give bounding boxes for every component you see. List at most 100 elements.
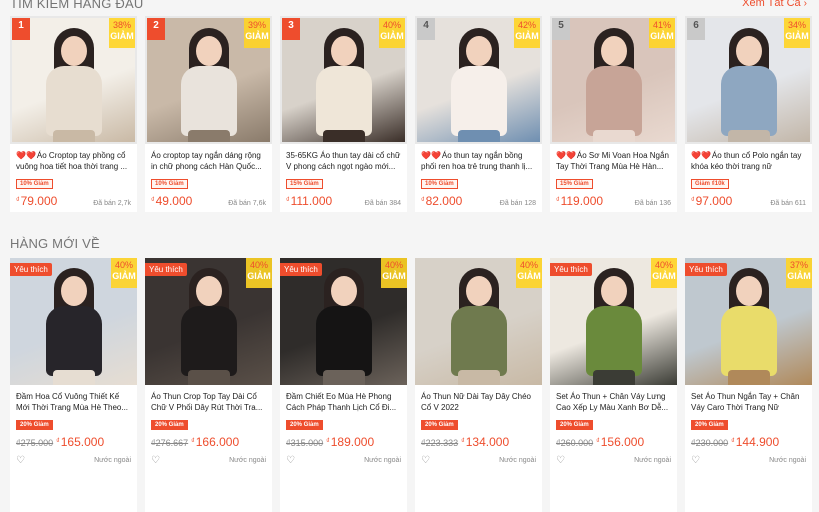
- favorite-badge: Yêu thích: [280, 263, 322, 276]
- product-title: Set Áo Thun Ngắn Tay + Chân Váy Caro Thờ…: [691, 392, 800, 412]
- product-card[interactable]: 2 39% GIẢM Áo croptop tay ngắn dáng rộng…: [145, 16, 272, 212]
- heart-icon[interactable]: ♡: [421, 455, 430, 466]
- see-all-link[interactable]: Xem Tất Cả ›: [742, 0, 807, 9]
- product-price: ₫49.000: [151, 194, 192, 208]
- currency-symbol: ₫: [151, 197, 155, 204]
- rank-badge: 2: [147, 18, 165, 40]
- product-title: Đầm Hoa Cổ Vuông Thiết Kế Mới Thời Trang…: [16, 392, 129, 412]
- currency-symbol: ₫: [461, 438, 465, 445]
- discount-badge: 40% GIẢM: [246, 258, 272, 288]
- product-title: Áo croptop tay ngắn dáng rộng in chữ pho…: [151, 150, 266, 172]
- price-value: 79.000: [20, 194, 58, 208]
- currency-symbol: ₫: [286, 197, 290, 204]
- favorite-badge: Yêu thích: [145, 263, 187, 276]
- heart-icon[interactable]: ♡: [16, 455, 25, 466]
- currency-symbol: ₫: [191, 438, 195, 445]
- discount-tag: 10% Giảm: [16, 179, 53, 189]
- sold-count: Đã bán 7,6k: [228, 200, 266, 207]
- price-value: 82.000: [425, 194, 463, 208]
- product-card[interactable]: 1 38% GIẢM ❤️❤️Áo Croptop tay phồng cổ v…: [10, 16, 137, 212]
- discount-percent: 40%: [382, 20, 401, 30]
- discount-badge: 40% GIẢM: [379, 18, 405, 48]
- original-price: ₫276.667: [151, 438, 189, 448]
- rank-number: 1: [18, 20, 24, 31]
- product-card[interactable]: Yêu thích 40% GIẢM Đầm Hoa Cổ Vuông Thiế…: [10, 258, 137, 512]
- hearts-icon: ❤️❤️: [691, 151, 711, 160]
- product-image: 4 42% GIẢM: [415, 16, 542, 144]
- new-section: HÀNG MỚI VỀ Yêu thích 40% GIẢM Đầm Hoa C…: [0, 228, 819, 512]
- discount-tag: 10% Giảm: [151, 179, 188, 189]
- product-title: Áo Thun Crop Top Tay Dài Cổ Chữ V Phối D…: [151, 392, 263, 412]
- discount-tag: 10% Giảm: [421, 179, 458, 189]
- discount-percent: 38%: [112, 20, 131, 30]
- discount-tag: Giảm ₫10k: [691, 179, 729, 189]
- price-value: 119.000: [560, 194, 604, 208]
- product-price: ₫134.000: [461, 435, 509, 449]
- origin-label: Nước ngoài: [634, 457, 671, 464]
- discount-percent: 40%: [384, 260, 403, 270]
- rank-badge: 5: [552, 18, 570, 40]
- product-card[interactable]: 6 34% GIẢM ❤️❤️Áo thun cổ Polo ngắn tay …: [685, 16, 812, 212]
- discount-percent: 42%: [517, 20, 536, 30]
- heart-icon[interactable]: ♡: [286, 455, 295, 466]
- currency-symbol: ₫: [596, 438, 600, 445]
- section-title-new: HÀNG MỚI VỀ: [10, 236, 100, 251]
- discount-badge: 38% GIẢM: [109, 18, 135, 48]
- product-card[interactable]: Yêu thích 40% GIẢM Áo Thun Crop Top Tay …: [145, 258, 272, 512]
- discount-badge: 41% GIẢM: [649, 18, 675, 48]
- discount-label: GIẢM: [515, 31, 539, 41]
- product-title: Đầm Chiết Eo Mùa Hè Phong Cách Pháp Than…: [286, 392, 397, 412]
- product-card[interactable]: 5 41% GIẢM ❤️❤️Áo Sơ Mi Voan Hoa Ngắn Ta…: [550, 16, 677, 212]
- discount-percent: 34%: [787, 20, 806, 30]
- discount-tag: 20% Giảm: [151, 420, 188, 430]
- product-price: ₫111.000: [286, 194, 332, 208]
- price-value: 49.000: [155, 194, 193, 208]
- heart-icon[interactable]: ♡: [151, 455, 160, 466]
- product-card[interactable]: Yêu thích 40% GIẢM Set Áo Thun + Chân Vá…: [550, 258, 677, 512]
- discount-label: GIẢM: [245, 31, 269, 41]
- discount-label: GIẢM: [380, 31, 404, 41]
- product-price: ₫82.000: [421, 194, 462, 208]
- sold-count: Đã bán 136: [634, 200, 671, 207]
- product-card[interactable]: 3 40% GIẢM 35-65KG Áo thun tay dài cổ ch…: [280, 16, 407, 212]
- product-price: ₫165.000: [56, 435, 104, 449]
- product-title: ❤️❤️Áo thun cổ Polo ngắn tay khóa kéo th…: [691, 150, 806, 172]
- rank-number: 5: [558, 20, 564, 31]
- product-price: ₫166.000: [191, 435, 239, 449]
- hearts-icon: ❤️❤️: [16, 151, 36, 160]
- price-value: 111.000: [290, 194, 333, 208]
- product-title: Áo Thun Nữ Dài Tay Dây Chéo Cổ V 2022: [421, 392, 532, 412]
- discount-tag: 20% Giảm: [421, 420, 458, 430]
- currency-symbol: ₫: [56, 438, 60, 445]
- heart-icon[interactable]: ♡: [691, 455, 700, 466]
- product-image: 2 39% GIẢM: [145, 16, 272, 144]
- origin-label: Nước ngoài: [769, 457, 806, 464]
- see-all-label: Xem Tất Cả: [742, 0, 801, 9]
- discount-badge: 39% GIẢM: [244, 18, 270, 48]
- product-image: 3 40% GIẢM: [280, 16, 407, 144]
- product-price: ₫189.000: [326, 435, 374, 449]
- favorite-badge: Yêu thích: [550, 263, 592, 276]
- origin-label: Nước ngoài: [364, 457, 401, 464]
- discount-badge: 34% GIẢM: [784, 18, 810, 48]
- hearts-icon: ❤️❤️: [556, 151, 576, 160]
- discount-label: GIẢM: [110, 31, 134, 41]
- discount-badge: 40% GIẢM: [516, 258, 542, 288]
- heart-icon[interactable]: ♡: [556, 455, 565, 466]
- product-card[interactable]: 40% GIẢM Áo Thun Nữ Dài Tay Dây Chéo Cổ …: [415, 258, 542, 512]
- rank-badge: 3: [282, 18, 300, 40]
- product-card[interactable]: Yêu thích 37% GIẢM Set Áo Thun Ngắn Tay …: [685, 258, 812, 512]
- product-card[interactable]: Yêu thích 40% GIẢM Đầm Chiết Eo Mùa Hè P…: [280, 258, 407, 512]
- product-card[interactable]: 4 42% GIẢM ❤️❤️Áo thun tay ngắn bồng phố…: [415, 16, 542, 212]
- discount-label: GIẢM: [517, 271, 541, 281]
- discount-badge: 40% GIẢM: [651, 258, 677, 288]
- product-price: ₫119.000: [556, 194, 603, 208]
- product-price: ₫156.000: [596, 435, 644, 449]
- product-image: Yêu thích 40% GIẢM: [280, 258, 407, 385]
- discount-percent: 40%: [519, 260, 538, 270]
- price-value: 97.000: [695, 194, 733, 208]
- discount-tag: 20% Giảm: [691, 420, 728, 430]
- product-image: 6 34% GIẢM: [685, 16, 812, 144]
- rank-number: 6: [693, 20, 699, 31]
- currency-symbol: ₫: [421, 197, 425, 204]
